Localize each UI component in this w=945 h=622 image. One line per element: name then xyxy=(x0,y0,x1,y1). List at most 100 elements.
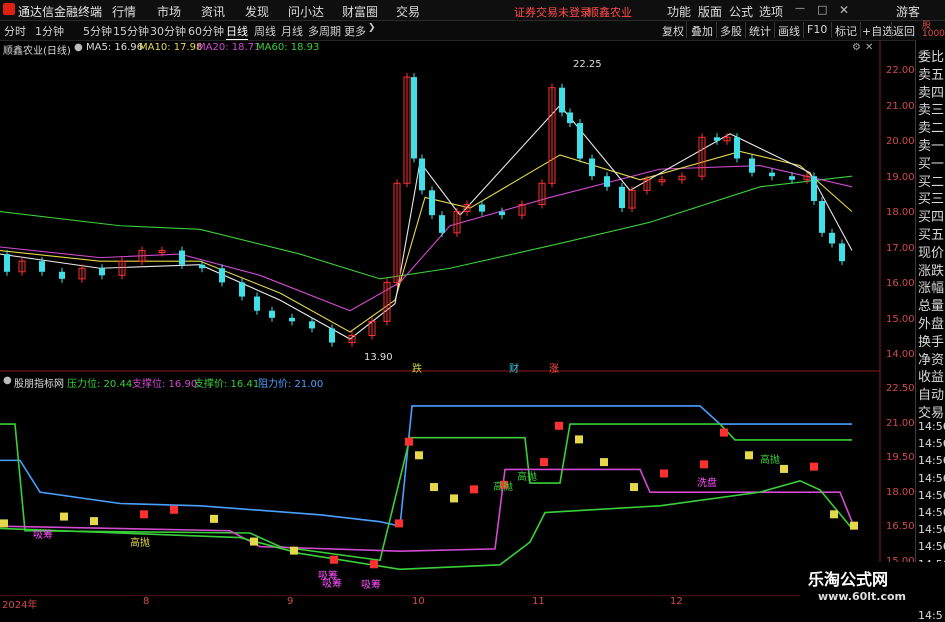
btn-add-favorite[interactable]: +自选 xyxy=(862,23,893,39)
btn-gongshi[interactable]: 公式 xyxy=(729,3,753,20)
btn-banmian[interactable]: 版面 xyxy=(698,3,722,20)
ma60-line xyxy=(0,175,853,280)
candle-down xyxy=(829,232,835,244)
indicator-bar xyxy=(370,560,378,569)
tab-daily[interactable]: 日线 xyxy=(226,23,248,40)
candle-down xyxy=(749,158,755,173)
indicator-bar xyxy=(250,537,258,546)
settings-icon[interactable]: ● xyxy=(74,42,83,53)
btn-huaxian[interactable]: 画线 xyxy=(778,23,800,39)
maximize-button[interactable]: □ xyxy=(817,3,827,16)
ma10-legend: MA10: 17.98 xyxy=(139,42,203,53)
side-item[interactable]: 买五 xyxy=(918,224,944,243)
minimize-button[interactable]: — xyxy=(795,3,805,14)
btn-biaoji[interactable]: 标记 xyxy=(835,23,857,39)
chart-close-icon[interactable]: ✕ xyxy=(865,42,873,53)
side-item[interactable]: 买三 xyxy=(918,188,944,207)
candle-down xyxy=(619,186,625,209)
candle-down xyxy=(59,271,65,279)
side-item[interactable]: 卖五 xyxy=(918,64,944,83)
tab-15min[interactable]: 15分钟 xyxy=(113,23,149,39)
tab-1min[interactable]: 1分钟 xyxy=(35,23,64,39)
ma20-legend: MA20: 18.71 xyxy=(197,42,261,53)
main-y-tick: 19.00 xyxy=(886,171,915,183)
side-item[interactable]: 总量 xyxy=(918,295,944,314)
btn-tongji[interactable]: 统计 xyxy=(749,23,771,39)
side-item[interactable]: 自动 xyxy=(918,384,944,403)
side-item[interactable]: 卖二 xyxy=(918,117,944,136)
main-y-tick: 22.00 xyxy=(886,65,915,76)
watermark-text: 乐淘公式网 xyxy=(808,570,889,589)
login-status[interactable]: 证券交易未登录 xyxy=(514,4,591,20)
toolbar-divider xyxy=(831,22,832,38)
side-item[interactable]: 交易 xyxy=(918,402,944,421)
indicator-bar xyxy=(660,469,668,478)
menu-faxian[interactable]: 发现 xyxy=(245,3,269,20)
tab-30min[interactable]: 30分钟 xyxy=(150,23,186,39)
indicator-bar xyxy=(395,519,403,528)
side-panel-toggle[interactable]: 股 1000 xyxy=(922,22,945,39)
indicator-bar xyxy=(555,421,563,430)
candle-down xyxy=(254,296,260,311)
side-item[interactable]: 收益 xyxy=(918,366,944,385)
indicator-y-tick: 19.50 xyxy=(886,452,915,463)
tab-fenshi[interactable]: 分时 xyxy=(4,23,26,39)
kline-chart-area[interactable] xyxy=(0,40,915,609)
indicator-settings-icon[interactable]: ● xyxy=(3,375,12,386)
candle-down xyxy=(99,268,105,276)
side-item[interactable]: 卖三 xyxy=(918,99,944,118)
menu-caifuquan[interactable]: 财富圈 xyxy=(342,3,378,20)
side-item[interactable]: 买二 xyxy=(918,171,944,190)
side-time: 14:56 xyxy=(918,437,945,451)
menu-wenxiaoda[interactable]: 问小达 xyxy=(288,3,324,20)
menu-jiaoyi[interactable]: 交易 xyxy=(396,3,420,20)
side-item[interactable]: 卖一 xyxy=(918,135,944,154)
side-item[interactable]: 买四 xyxy=(918,206,944,225)
side-item[interactable]: 买一 xyxy=(918,153,944,172)
tab-weekly[interactable]: 周线 xyxy=(254,23,276,39)
btn-back[interactable]: 返回 xyxy=(893,23,915,39)
tab-monthly[interactable]: 月线 xyxy=(281,23,303,39)
menu-zixun[interactable]: 资讯 xyxy=(201,3,225,20)
label-gaopao-4: 高抛 xyxy=(760,455,780,466)
btn-diejia[interactable]: 叠加 xyxy=(691,23,713,39)
side-item[interactable]: 现价 xyxy=(918,242,944,261)
indicator-bar xyxy=(540,458,548,467)
indicator-bar xyxy=(575,435,583,444)
main-y-tick: 14.00 xyxy=(886,349,915,360)
btn-duogu[interactable]: 多股 xyxy=(720,23,742,39)
candle-down xyxy=(819,200,825,233)
side-time: 14:56 xyxy=(918,506,945,519)
high-price-label: 22.25 xyxy=(573,59,602,70)
tab-5min[interactable]: 5分钟 xyxy=(83,23,112,39)
btn-gongneng[interactable]: 功能 xyxy=(667,3,691,20)
indicator-y-tick: 22.50 xyxy=(886,383,915,394)
side-item[interactable]: 涨幅 xyxy=(918,277,944,296)
tab-multi-period[interactable]: 多周期 xyxy=(308,23,341,39)
menu-hangqing[interactable]: 行情 xyxy=(112,3,136,20)
main-y-tick: 18.00 xyxy=(886,207,915,218)
side-item[interactable]: 卖四 xyxy=(918,82,944,101)
close-button[interactable]: ✕ xyxy=(839,3,849,17)
chart-settings-icon[interactable]: ⚙ xyxy=(852,42,861,53)
side-item[interactable]: 委比 xyxy=(918,46,944,65)
side-time: 14:56 xyxy=(918,488,945,502)
side-item[interactable]: 净资 xyxy=(918,349,944,368)
chevron-right-icon[interactable]: ❯ xyxy=(368,23,376,33)
tab-more[interactable]: 更多 xyxy=(344,23,366,39)
btn-f10[interactable]: F10 xyxy=(807,23,827,36)
side-item[interactable]: 涨跌 xyxy=(918,260,944,279)
btn-xuanxiang[interactable]: 选项 xyxy=(759,3,783,20)
date-axis xyxy=(0,596,915,609)
menu-shichang[interactable]: 市场 xyxy=(157,3,181,20)
side-item[interactable]: 换手 xyxy=(918,331,944,350)
candle-down xyxy=(479,204,485,212)
legend-support: 支撑位: 16.90 xyxy=(132,379,198,390)
indicator-bar xyxy=(415,451,423,460)
indicator-bar xyxy=(850,521,858,530)
btn-fuquan[interactable]: 复权 xyxy=(662,23,684,39)
side-item[interactable]: 外盘 xyxy=(918,313,944,332)
tab-60min[interactable]: 60分钟 xyxy=(188,23,224,39)
guest-button[interactable]: 游客 xyxy=(896,3,920,20)
ma5-legend: MA5: 16.96 xyxy=(86,42,144,53)
